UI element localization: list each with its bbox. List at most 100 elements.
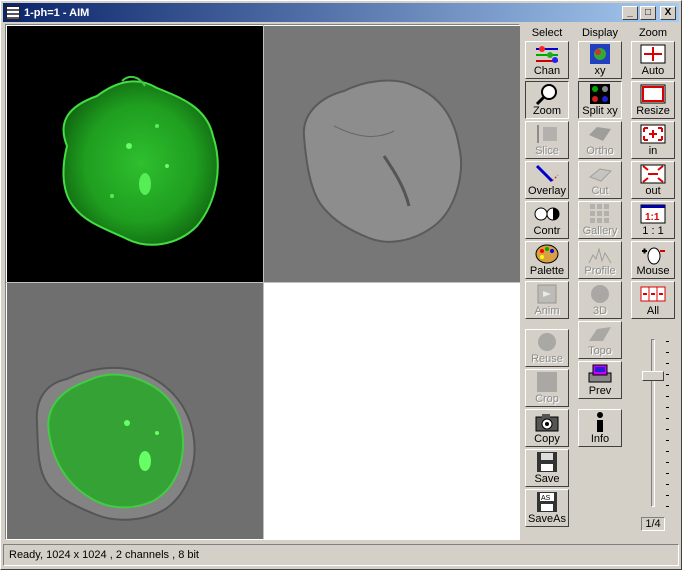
button-label: Mouse <box>636 265 670 277</box>
button-label: Gallery <box>582 225 618 237</box>
zoom-slider-track[interactable] <box>651 339 655 507</box>
zoom-in-icon <box>640 123 666 145</box>
anim-button[interactable]: Anim <box>525 281 569 319</box>
ortho-icon <box>587 123 613 145</box>
button-label: Auto <box>641 65 665 77</box>
out-button[interactable]: out <box>631 161 675 199</box>
split-xy-button[interactable]: Split xy <box>578 81 622 119</box>
status-bar: Ready, 1024 x 1024 , 2 channels , 8 bit <box>3 544 679 566</box>
xy-button[interactable]: xy <box>578 41 622 79</box>
zoom-button[interactable]: Zoom <box>525 81 569 119</box>
floppy-disk-as-icon: AS <box>534 491 560 513</box>
slider-tick <box>666 352 669 353</box>
pane-divider-horizontal <box>6 282 520 283</box>
profile-button[interactable]: Profile <box>578 241 622 279</box>
all-button[interactable]: All <box>631 281 675 319</box>
animation-icon <box>534 283 560 305</box>
info-button[interactable]: Info <box>578 409 622 447</box>
button-label: Cut <box>591 185 609 197</box>
prev-button[interactable]: Prev <box>578 361 622 399</box>
button-label: Overlay <box>528 185 566 197</box>
button-label: Copy <box>534 433 560 445</box>
button-label: Resize <box>636 105 670 117</box>
1-1-button[interactable]: 1:1 1 : 1 <box>631 201 675 239</box>
svg-text:AS: AS <box>541 495 551 502</box>
reuse-icon <box>534 331 560 353</box>
overlay-image <box>7 283 263 539</box>
slider-tick <box>666 374 669 375</box>
slider-tick <box>666 341 669 342</box>
camera-icon <box>534 411 560 433</box>
button-label: Zoom <box>532 105 562 117</box>
save-button[interactable]: Save <box>525 449 569 487</box>
transmitted-channel-pane[interactable] <box>264 26 520 282</box>
button-label: Anim <box>534 305 560 317</box>
zoom-auto-icon <box>640 43 666 65</box>
profile-icon <box>587 243 613 265</box>
cut-button[interactable]: Cut <box>578 161 622 199</box>
contr-button[interactable]: Contr <box>525 201 569 239</box>
select-header: Select <box>531 27 563 39</box>
saveas-button[interactable]: AS SaveAs <box>525 489 569 527</box>
overlay-pen-icon <box>534 163 560 185</box>
button-label: Chan <box>533 65 561 77</box>
green-channel-pane[interactable] <box>7 26 263 282</box>
button-label: Topo <box>588 345 612 357</box>
app-icon[interactable] <box>6 5 20 20</box>
slice-button[interactable]: Slice <box>525 121 569 159</box>
maximize-button[interactable]: □ <box>640 5 656 20</box>
floppy-disk-icon <box>534 451 560 473</box>
close-button[interactable]: X <box>660 5 676 20</box>
button-label: Palette <box>529 265 565 277</box>
topo-icon <box>587 323 613 345</box>
zoom-toolbar: Zoom Auto Resize in out 1:1 1 : 1 Mouse All <box>628 26 678 319</box>
window-title: 1-ph=1 - AIM <box>24 6 90 19</box>
zoom-slider-thumb[interactable] <box>642 370 664 381</box>
crop-button[interactable]: Crop <box>525 369 569 407</box>
overlay-pane[interactable] <box>7 283 263 539</box>
cut-icon <box>587 163 613 185</box>
overlay-button[interactable]: Overlay <box>525 161 569 199</box>
3d-button[interactable]: 3D <box>578 281 622 319</box>
title-bar[interactable]: 1-ph=1 - AIM _ □ X <box>3 3 679 22</box>
button-label: 1 : 1 <box>642 225 664 237</box>
chan-button[interactable]: Chan <box>525 41 569 79</box>
button-label: SaveAs <box>528 513 566 525</box>
mouse-button[interactable]: Mouse <box>631 241 675 279</box>
minimize-button[interactable]: _ <box>622 5 638 20</box>
empty-pane[interactable] <box>264 283 520 539</box>
display-header: Display <box>581 27 619 39</box>
image-viewport[interactable] <box>5 24 520 540</box>
display-toolbar: Display xy Split xy Ortho Cut Gallery Profile… <box>575 26 625 447</box>
palette-button[interactable]: Palette <box>525 241 569 279</box>
slider-tick <box>666 484 669 485</box>
slider-tick <box>666 473 669 474</box>
button-label: Profile <box>584 265 616 277</box>
gallery-button[interactable]: Gallery <box>578 201 622 239</box>
select-toolbar: Select Chan Zoom Slice Overlay Contr Palette A… <box>522 26 572 527</box>
ortho-button[interactable]: Ortho <box>578 121 622 159</box>
button-label: Contr <box>533 225 561 237</box>
copy-button[interactable]: Copy <box>525 409 569 447</box>
auto-button[interactable]: Auto <box>631 41 675 79</box>
crop-icon <box>534 371 560 393</box>
resize-button[interactable]: Resize <box>631 81 675 119</box>
button-label: out <box>645 185 661 197</box>
zoom-out-icon <box>640 163 666 185</box>
reuse-button[interactable]: Reuse <box>525 329 569 367</box>
button-label: Reuse <box>531 353 563 365</box>
slider-tick <box>666 396 669 397</box>
mouse-zoom-icon <box>640 243 666 265</box>
one-to-one-icon: 1:1 <box>640 203 666 225</box>
info-icon <box>587 411 613 433</box>
in-button[interactable]: in <box>631 121 675 159</box>
magnifier-icon <box>534 83 560 105</box>
slider-tick <box>666 462 669 463</box>
topo-button[interactable]: Topo <box>578 321 622 359</box>
button-label: in <box>648 145 658 157</box>
button-label: Slice <box>535 145 559 157</box>
transmitted-channel-image <box>264 26 520 282</box>
split-xy-icon <box>587 83 613 105</box>
app-window: 1-ph=1 - AIM _ □ X Select Chan Zoom Slic… <box>0 0 682 570</box>
slider-tick <box>666 363 669 364</box>
